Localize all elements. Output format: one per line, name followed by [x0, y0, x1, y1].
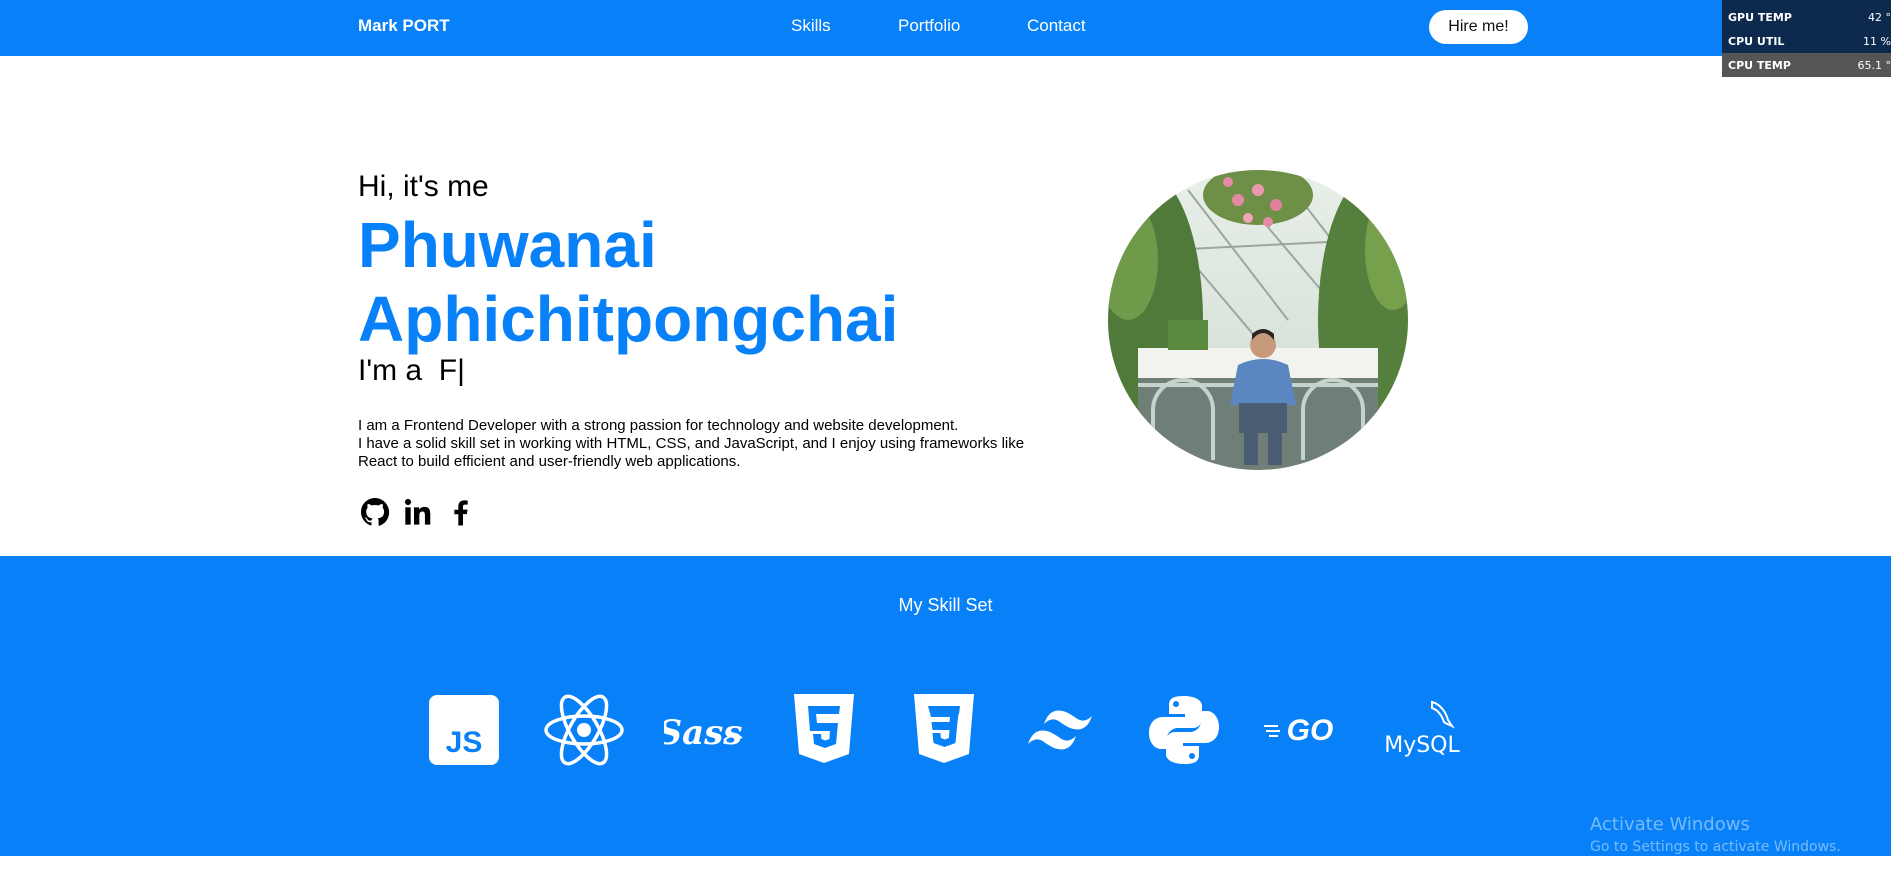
role-typed: F|	[438, 354, 465, 387]
social-links	[358, 495, 477, 528]
go-label: GO	[1287, 714, 1334, 747]
tailwind-icon	[1024, 690, 1104, 770]
role-prefix: I'm a	[358, 354, 423, 387]
hero-name: Phuwanai Aphichitpongchai	[358, 208, 918, 356]
role-line: I'm a F|	[358, 354, 465, 388]
css3-icon	[904, 690, 984, 770]
mysql-icon: MySQL	[1384, 690, 1464, 770]
skills-section: My Skill Set JS Sass GO MySQL	[0, 556, 1891, 856]
navbar: Mark PORT Skills Portfolio Contact Hire …	[0, 0, 1891, 56]
nav-link-contact[interactable]: Contact	[1027, 16, 1086, 36]
nav-link-portfolio[interactable]: Portfolio	[898, 16, 960, 36]
activate-title: Activate Windows	[1590, 814, 1750, 835]
nav-link-skills[interactable]: Skills	[791, 16, 831, 36]
linkedin-icon[interactable]	[401, 495, 434, 528]
javascript-icon: JS	[424, 690, 504, 770]
cpu-util-value: 11 %	[1863, 34, 1891, 48]
gpu-temp-value: 42 °	[1868, 10, 1891, 24]
hire-me-button[interactable]: Hire me!	[1429, 10, 1528, 44]
cpu-temp-row: CPU TEMP 65.1 °	[1722, 53, 1891, 77]
brand-logo[interactable]: Mark PORT	[358, 16, 450, 36]
cpu-util-row: CPU UTIL 11 %	[1722, 29, 1891, 53]
bio-line: I am a Frontend Developer with a strong …	[358, 417, 959, 434]
html5-icon	[784, 690, 864, 770]
windows-activation-watermark: Activate Windows Go to Settings to activ…	[1590, 814, 1841, 855]
go-icon: GO	[1264, 690, 1344, 770]
sass-icon: Sass	[658, 690, 744, 770]
gpu-temp-label: GPU TEMP	[1728, 10, 1792, 24]
hardware-monitor-overlay: GPU TEMP 42 ° CPU UTIL 11 % CPU TEMP 65.…	[1722, 0, 1891, 77]
github-icon[interactable]	[358, 495, 391, 528]
cpu-util-label: CPU UTIL	[1728, 34, 1785, 48]
first-name: Phuwanai	[358, 209, 657, 281]
bio-paragraph: I am a Frontend Developer with a strong …	[358, 417, 1078, 471]
js-label: JS	[446, 726, 483, 759]
bio-line: React to build efficient and user-friend…	[358, 453, 741, 470]
facebook-icon[interactable]	[444, 495, 477, 528]
cpu-temp-label: CPU TEMP	[1728, 58, 1791, 72]
cpu-temp-value: 65.1 °	[1857, 58, 1891, 72]
skills-title: My Skill Set	[898, 595, 993, 615]
last-name: Aphichitpongchai	[358, 283, 899, 355]
gpu-temp-row: GPU TEMP 42 °	[1722, 5, 1891, 29]
react-icon	[544, 690, 624, 770]
profile-photo	[1108, 170, 1408, 470]
greeting-text: Hi, it's me	[358, 170, 489, 203]
bio-line: I have a solid skill set in working with…	[358, 435, 1025, 452]
sass-label: Sass	[664, 713, 742, 753]
activate-subtitle: Go to Settings to activate Windows.	[1590, 839, 1841, 855]
mysql-label: MySQL	[1384, 733, 1460, 758]
python-icon	[1144, 690, 1224, 770]
